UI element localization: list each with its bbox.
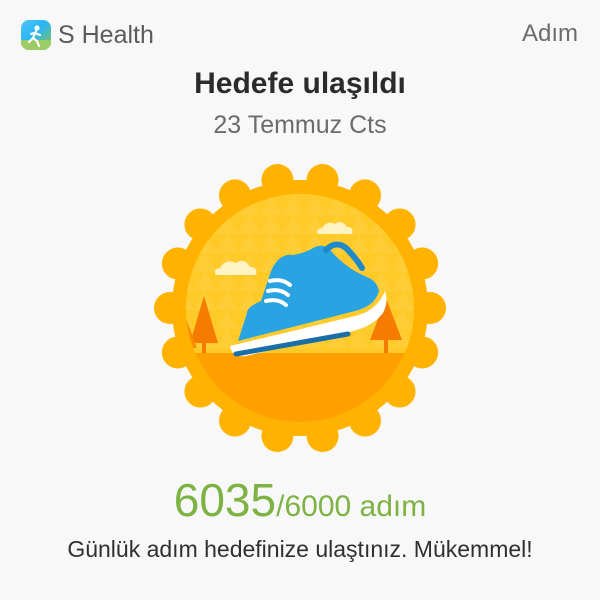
app-name: S Health — [58, 21, 154, 49]
achievement-message: Günlük adım hedefinize ulaştınız. Mükemm… — [67, 536, 533, 562]
s-health-app-icon[interactable] — [21, 20, 51, 50]
top-bar: S Health Adım — [0, 0, 600, 70]
steps-unit: adım — [351, 490, 427, 523]
current-steps: 6035 — [173, 474, 277, 526]
step-count: 6035/6000 adım — [0, 472, 600, 540]
goal-badge — [150, 158, 450, 458]
date-label: 23 Temmuz Cts — [213, 111, 387, 139]
running-shoe-icon — [154, 163, 446, 453]
metric-label[interactable]: Adım — [522, 19, 578, 49]
page-title: Hedefe ulaşıldı — [194, 67, 406, 100]
goal-steps: /6000 — [276, 490, 352, 523]
